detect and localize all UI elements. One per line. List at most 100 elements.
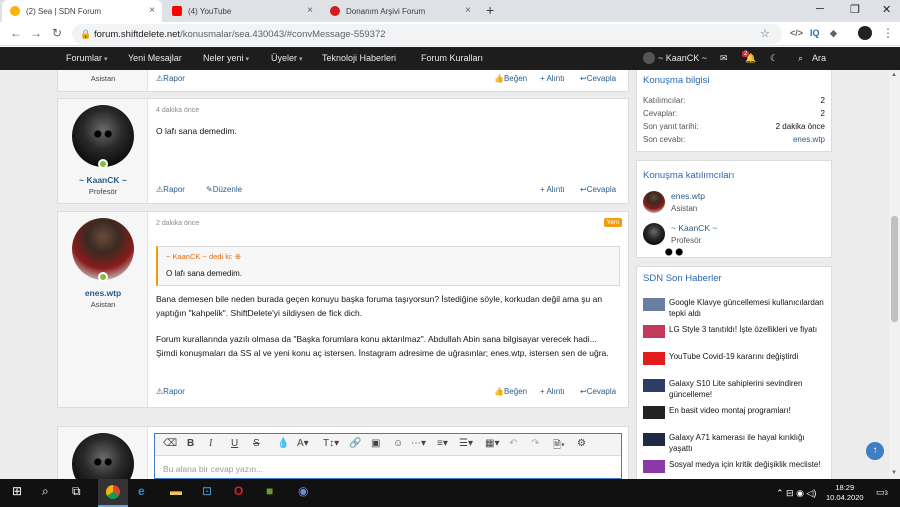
undo-icon[interactable]: ↶ xyxy=(509,438,517,449)
user-avatar[interactable] xyxy=(643,52,655,64)
tab-sdn-forum[interactable]: (2) Sea | SDN Forum × xyxy=(2,0,162,22)
reply-input[interactable]: Bu alana bir cevap yazın... xyxy=(163,464,263,474)
emoji-icon[interactable]: ☺ xyxy=(393,438,403,449)
task-view-icon[interactable]: ⧉ xyxy=(72,484,81,499)
quote-link[interactable]: + Alıntı xyxy=(540,387,565,396)
extension-code-icon[interactable]: </> xyxy=(790,28,803,38)
last-reply-user-link[interactable]: enes.wtp xyxy=(793,135,825,144)
scrollbar-thumb[interactable] xyxy=(891,216,898,322)
report-link[interactable]: ⚠Rapor xyxy=(156,387,185,396)
tab-donanim-arsivi[interactable]: Donanım Arşivi Forum × xyxy=(322,0,478,22)
minecraft-icon[interactable]: ■ xyxy=(266,484,273,498)
tray-icons[interactable]: ⌃ ⊟ ◉ ◁) xyxy=(776,488,816,498)
strikethrough-icon[interactable]: S xyxy=(253,438,260,449)
address-bar[interactable]: 🔒 forum.shiftdelete.net/konusmalar/sea.4… xyxy=(72,24,782,44)
page-scrollbar[interactable]: ▲ ▼ xyxy=(889,70,900,479)
scroll-to-top-button[interactable]: ↑ xyxy=(866,442,884,460)
redo-icon[interactable]: ↷ xyxy=(531,438,539,449)
store-icon[interactable]: ⊡ xyxy=(202,484,212,498)
participant-name[interactable]: enes.wtp xyxy=(671,191,705,201)
reload-icon[interactable]: ↻ xyxy=(52,26,62,40)
nav-forum-kurallari[interactable]: Forum Kuralları xyxy=(421,53,483,63)
quote-link[interactable]: + Alıntı xyxy=(540,74,565,83)
close-window-icon[interactable]: ✕ xyxy=(882,3,891,16)
participant-item[interactable]: ~ KaanCK ~ Profesör xyxy=(643,223,717,245)
iq-extension-icon[interactable]: IQ xyxy=(810,28,820,38)
username[interactable]: enes.wtp xyxy=(58,288,148,298)
like-link[interactable]: 👍Beğen xyxy=(494,74,527,83)
avatar[interactable] xyxy=(72,218,134,280)
username[interactable]: ~ KaanCK ~ xyxy=(58,175,148,185)
font-size-icon[interactable]: T↕▾ xyxy=(323,438,339,449)
browser-menu-icon[interactable]: ⋮ xyxy=(882,26,894,40)
nav-search[interactable]: Ara xyxy=(812,53,826,63)
maximize-icon[interactable]: ❐ xyxy=(850,3,860,16)
notification-center-icon[interactable]: ▭3 xyxy=(876,487,888,499)
clock[interactable]: 18:29 10.04.2020 xyxy=(826,483,864,503)
news-item[interactable]: En basit video montaj programları! xyxy=(643,405,827,419)
search-icon[interactable]: ⌕ xyxy=(42,484,49,499)
back-icon[interactable]: ← xyxy=(10,26,22,40)
news-item[interactable]: Google Klavye güncellemesi kullanıcılard… xyxy=(643,297,827,319)
report-link[interactable]: ⚠Rapor xyxy=(156,74,185,83)
quote-header[interactable]: ~ KaanCK ~ dedi ki: ⊕ xyxy=(166,252,241,261)
font-family-icon[interactable]: A▾ xyxy=(297,438,309,449)
dark-mode-icon[interactable]: ☾ xyxy=(770,53,778,64)
image-icon[interactable]: ▣ xyxy=(371,438,380,449)
like-link[interactable]: 👍Beğen xyxy=(494,387,527,396)
underline-icon[interactable]: U xyxy=(231,438,238,449)
forward-icon[interactable]: → xyxy=(30,26,42,40)
table-icon[interactable]: ▦▾ xyxy=(485,438,499,449)
edit-link[interactable]: ✎Düzenle xyxy=(206,185,242,194)
reply-link[interactable]: ↩Cevapla xyxy=(580,185,616,194)
nav-uyeler[interactable]: Üyeler xyxy=(271,53,302,63)
participant-name[interactable]: ~ KaanCK ~ xyxy=(671,223,717,233)
post-time[interactable]: 4 dakika önce xyxy=(156,107,199,114)
quote-link[interactable]: + Alıntı xyxy=(540,185,565,194)
inbox-icon[interactable]: ✉ xyxy=(720,53,728,64)
align-icon[interactable]: ≡▾ xyxy=(437,438,448,449)
report-link[interactable]: ⚠Rapor xyxy=(156,185,185,194)
cube-extension-icon[interactable]: ◆ xyxy=(830,28,837,39)
profile-avatar[interactable] xyxy=(858,26,872,40)
news-item[interactable]: Galaxy S10 Lite sahiplerini sevindiren g… xyxy=(643,378,827,400)
reply-link[interactable]: ↩Cevapla xyxy=(580,74,616,83)
nav-yeni-mesajlar[interactable]: Yeni Mesajlar xyxy=(128,53,182,63)
list-icon[interactable]: ☰▾ xyxy=(459,438,473,449)
news-item[interactable]: Sosyal medya için kritik değişiklik mecl… xyxy=(643,459,827,473)
eraser-icon[interactable]: ⌫ xyxy=(163,438,177,449)
close-tab-icon[interactable]: × xyxy=(149,5,155,16)
drafts-icon[interactable]: 🗎▾ xyxy=(553,438,565,455)
scroll-up-icon[interactable]: ▲ xyxy=(891,72,897,78)
search-icon[interactable]: ⌕ xyxy=(798,53,803,64)
nav-forumlar[interactable]: Forumlar xyxy=(66,53,107,63)
bold-icon[interactable]: B xyxy=(187,438,194,449)
file-explorer-icon[interactable]: ▬ xyxy=(170,484,182,498)
scroll-down-icon[interactable]: ▼ xyxy=(891,470,897,476)
avatar[interactable] xyxy=(643,191,665,213)
windows-start-icon[interactable]: ⊞ xyxy=(12,484,22,498)
nav-teknoloji-haberleri[interactable]: Teknoloji Haberleri xyxy=(322,53,396,63)
news-item[interactable]: YouTube Covid-19 kararını değiştirdi xyxy=(643,351,827,365)
avatar[interactable] xyxy=(643,223,665,245)
bookmark-star-icon[interactable]: ☆ xyxy=(760,27,770,40)
close-tab-icon[interactable]: × xyxy=(465,5,471,16)
avatar[interactable] xyxy=(72,105,134,167)
participant-item[interactable]: enes.wtp Asistan xyxy=(643,191,705,213)
more-options-icon[interactable]: ⋯▾ xyxy=(411,438,426,449)
nav-neler-yeni[interactable]: Neler yeni xyxy=(203,53,249,63)
chrome-taskbar-button[interactable] xyxy=(98,479,128,507)
link-icon[interactable]: 🔗 xyxy=(349,438,361,449)
nav-user-menu[interactable]: ~ KaanCK ~ xyxy=(658,53,707,63)
minimize-icon[interactable]: ─ xyxy=(816,3,824,15)
news-item[interactable]: Galaxy A71 kamerası ile hayal kırıklığı … xyxy=(643,432,827,454)
post-time[interactable]: 2 dakika önce xyxy=(156,220,199,227)
text-color-icon[interactable]: 💧 xyxy=(277,438,289,449)
tab-youtube[interactable]: (4) YouTube × xyxy=(164,0,320,22)
news-item[interactable]: LG Style 3 tanıtıldı! İşte özellikleri v… xyxy=(643,324,827,338)
close-tab-icon[interactable]: × xyxy=(307,5,313,16)
edge-icon[interactable]: e xyxy=(138,484,145,498)
reply-link[interactable]: ↩Cevapla xyxy=(580,387,616,396)
discord-icon[interactable]: ◉ xyxy=(298,484,308,498)
new-tab-icon[interactable]: + xyxy=(486,2,494,18)
